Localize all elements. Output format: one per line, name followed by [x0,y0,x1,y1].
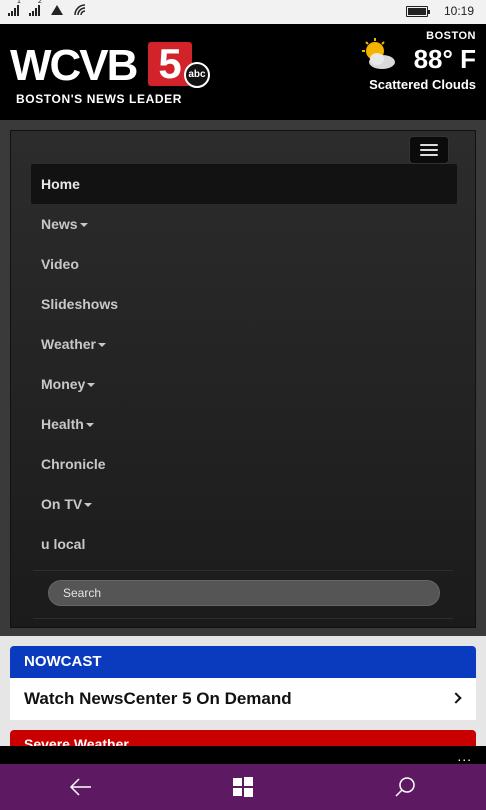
nav-item-chronicle[interactable]: Chronicle [31,444,457,484]
weather-widget[interactable]: BOSTON 88° F Scattered Clouds [369,30,476,92]
caret-down-icon [79,223,88,228]
weather-condition: Scattered Clouds [369,77,476,92]
nav-item-label: Money [41,376,86,392]
nav-menu: Home News Video Slideshows Weather Money… [31,164,457,564]
weather-city: BOSTON [426,30,476,42]
nowcast-label: NOWCAST [24,653,102,670]
mobile-data-icon [51,5,63,15]
search-icon [395,777,415,797]
wcvb-logo[interactable]: WCVB 5 abc BOSTON'S NEWS LEADER [10,41,210,106]
battery-icon [405,5,430,17]
nav-item-label: Weather [41,336,96,352]
caret-down-icon [87,383,96,388]
status-bar: 1 2 10:19 [0,0,486,24]
caret-down-icon [85,423,94,428]
chevron-right-icon [450,692,462,704]
divider [33,570,453,571]
nav-item-label: Health [41,416,84,432]
tagline: BOSTON'S NEWS LEADER [16,92,182,106]
wifi-icon [74,4,86,16]
nav-container: Home News Video Slideshows Weather Money… [0,120,486,636]
search-input[interactable]: Search [48,580,440,606]
signal-sim2-icon: 2 [29,0,42,16]
nav-item-health[interactable]: Health [31,404,457,444]
back-arrow-icon [69,778,91,796]
abc-logo: abc [184,62,210,88]
nav-item-u-local[interactable]: u local [31,524,457,564]
nav-item-label: Home [41,176,80,192]
nav-item-home[interactable]: Home [31,164,457,204]
site-header: WCVB 5 abc BOSTON'S NEWS LEADER BOSTON 8… [0,24,486,120]
search-button[interactable] [375,764,435,810]
nav-item-label: u local [41,536,86,552]
nav-item-label: On TV [41,496,83,512]
nav-item-news[interactable]: News [31,204,457,244]
caret-down-icon [97,343,106,348]
nav-item-label: Video [41,256,79,272]
weather-temperature: 88° F [413,44,476,74]
more-options-icon[interactable]: ... [457,748,472,764]
signal-sim1-icon: 1 [8,0,21,16]
sim2-label: 2 [38,0,42,5]
hamburger-menu-icon[interactable] [409,136,449,164]
nav-item-label: Slideshows [41,296,119,312]
ondemand-link[interactable]: Watch NewsCenter 5 On Demand [10,678,476,720]
ondemand-label: Watch NewsCenter 5 On Demand [24,689,292,708]
clock: 10:19 [443,4,474,18]
nav-item-slideshows[interactable]: Slideshows [31,284,457,324]
nav-item-video[interactable]: Video [31,244,457,284]
sim1-label: 1 [17,0,21,5]
logo-callsign: WCVB [10,41,138,90]
app-bar: ... [0,746,486,764]
windows-navigation-bar [0,764,486,810]
nav-item-label: News [41,216,78,232]
search-placeholder: Search [63,586,102,600]
windows-start-icon [233,777,253,797]
caret-down-icon [84,503,93,508]
nav-item-on-tv[interactable]: On TV [31,484,457,524]
divider [33,618,453,619]
nav-item-label: Chronicle [41,456,106,472]
nav-item-weather[interactable]: Weather [31,324,457,364]
nav-item-money[interactable]: Money [31,364,457,404]
start-button[interactable] [213,764,273,810]
back-button[interactable] [51,764,111,810]
nav-panel: Home News Video Slideshows Weather Money… [10,130,476,628]
nowcast-banner[interactable]: NOWCAST [10,646,476,678]
